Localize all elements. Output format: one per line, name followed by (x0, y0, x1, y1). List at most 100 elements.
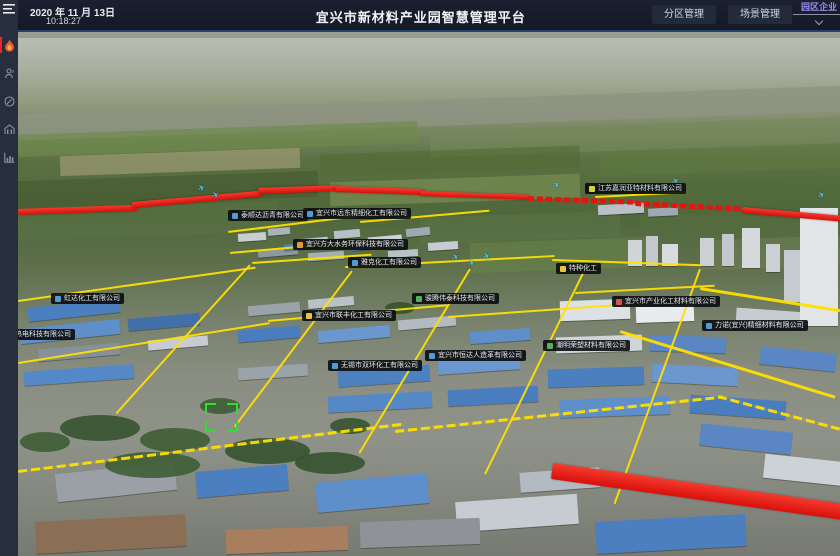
map-company-label[interactable]: 潮明荣塑材料有限公司 (543, 340, 630, 351)
map-building (742, 228, 760, 268)
road-outline-segment (115, 264, 250, 414)
alarm-person-icon (4, 68, 15, 79)
company-marker-icon (332, 363, 338, 369)
company-marker-icon (416, 296, 422, 302)
company-marker-icon (560, 266, 566, 272)
selection-corner (227, 403, 238, 414)
tree-cluster (60, 415, 140, 441)
map-company-label[interactable]: 泰顺达沥青有限公司 (228, 210, 308, 221)
map-company-label[interactable]: 江苏嘉润亚特材料有限公司 (585, 183, 686, 194)
map-building (700, 238, 714, 266)
map-building (334, 229, 361, 239)
bar-chart-icon (4, 152, 15, 163)
company-label-text: 国信园区热电科技有限公司 (18, 331, 71, 338)
company-label-text: 宜兴方大水务环保科技有限公司 (306, 241, 404, 248)
company-marker-icon (589, 186, 595, 192)
company-label-text: 雅克化工有限公司 (361, 259, 417, 266)
menu-toggle-button[interactable] (0, 0, 18, 18)
selection-target-box (205, 403, 238, 432)
sidebar-item-enterprise[interactable] (0, 118, 18, 140)
company-label-text: 特种化工 (569, 265, 597, 272)
map-company-label[interactable]: 宜兴市联丰化工有限公司 (302, 310, 396, 321)
map-building (548, 366, 645, 387)
map-building (328, 391, 433, 412)
map-building (784, 250, 800, 302)
map-building (268, 227, 291, 236)
map-building (595, 514, 746, 554)
top-header: 2020 年 11 月 13日 10:18:27 宜兴市新材料产业园智慧管理平台… (18, 0, 840, 32)
company-marker-icon (706, 323, 712, 329)
map-building (24, 364, 135, 386)
company-marker-icon (307, 211, 313, 217)
map-company-label[interactable]: 宜兴市恒达人造革有限公司 (425, 350, 526, 361)
sidebar-item-alarm[interactable] (0, 62, 18, 84)
selection-corner (205, 403, 216, 414)
map-building (128, 313, 201, 331)
selection-corner (227, 421, 238, 432)
company-label-text: 骏腾伟泰科技有限公司 (425, 295, 495, 302)
map-company-label[interactable]: 虹达化工有限公司 (51, 293, 124, 304)
map-building (318, 325, 391, 343)
tree-cluster (20, 432, 70, 452)
map-company-label[interactable]: 雅克化工有限公司 (348, 257, 421, 268)
scene-management-button[interactable]: 场景管理 (728, 5, 792, 24)
menu-icon (3, 4, 15, 14)
map-building (248, 302, 301, 316)
company-marker-icon (55, 296, 61, 302)
park-enterprise-dropdown[interactable]: 园区企业 (790, 1, 840, 28)
company-marker-icon (352, 260, 358, 266)
map-building (766, 244, 780, 272)
map-company-label[interactable]: 宜兴方大水务环保科技有限公司 (293, 239, 408, 250)
company-marker-icon (297, 242, 303, 248)
company-label-text: 无锡市双环化工有限公司 (341, 362, 418, 369)
company-label-text: 宜兴市产业化工材料有限公司 (625, 298, 716, 305)
sidebar-item-fire[interactable] (0, 34, 18, 56)
factory-icon (4, 124, 15, 135)
sidebar (0, 0, 18, 556)
company-label-text: 宜兴市远东精细化工有限公司 (316, 210, 407, 217)
map-company-label[interactable]: 无锡市双环化工有限公司 (328, 360, 422, 371)
map-building (360, 518, 481, 548)
map-building (315, 473, 429, 513)
map-building (195, 464, 289, 498)
map-company-label[interactable]: 力诺(宜兴)精细材料有限公司 (702, 320, 808, 331)
map-building (238, 325, 301, 342)
company-marker-icon (616, 299, 622, 305)
company-label-text: 虹达化工有限公司 (64, 295, 120, 302)
gauge-icon (4, 96, 15, 107)
map-building (238, 232, 266, 242)
selection-corner (205, 421, 216, 432)
flame-icon (4, 39, 15, 52)
map-company-label[interactable]: 骏腾伟泰科技有限公司 (412, 293, 499, 304)
dropdown-underline (793, 14, 840, 15)
company-label-text: 宜兴市联丰化工有限公司 (315, 312, 392, 319)
map-building (428, 241, 458, 251)
map-company-label[interactable]: 宜兴市远东精细化工有限公司 (303, 208, 411, 219)
zone-management-button[interactable]: 分区管理 (652, 5, 716, 24)
map-building (763, 454, 840, 486)
page-title: 宜兴市新材料产业园智慧管理平台 (316, 7, 526, 26)
map-building (759, 346, 836, 372)
company-label-text: 泰顺达沥青有限公司 (241, 212, 304, 219)
map-company-label[interactable]: 国信园区热电科技有限公司 (18, 329, 75, 340)
map-building (648, 207, 678, 217)
map-company-label[interactable]: 宜兴市产业化工材料有限公司 (612, 296, 720, 307)
company-marker-icon (306, 313, 312, 319)
company-label-text: 力诺(宜兴)精细材料有限公司 (715, 322, 804, 329)
tree-cluster (295, 452, 365, 474)
company-marker-icon (429, 353, 435, 359)
app-window: 2020 年 11 月 13日 10:18:27 宜兴市新材料产业园智慧管理平台… (0, 0, 840, 556)
map-building (35, 514, 186, 554)
map-canvas[interactable]: ✈✈✈✈✈✈✈✈ 泰顺达沥青有限公司宜兴市远东精细化工有限公司宜兴方大水务环保科… (18, 30, 840, 556)
chevron-down-icon (815, 17, 823, 25)
map-building (226, 526, 349, 554)
map-building (470, 328, 531, 344)
map-company-label[interactable]: 特种化工 (556, 263, 601, 274)
company-marker-icon (547, 343, 553, 349)
company-label-text: 潮明荣塑材料有限公司 (556, 342, 626, 349)
sidebar-item-monitor[interactable] (0, 90, 18, 112)
sidebar-item-statistics[interactable] (0, 146, 18, 168)
company-marker-icon (232, 213, 238, 219)
map-building (699, 423, 793, 454)
time-display: 10:18:27 (46, 16, 81, 26)
